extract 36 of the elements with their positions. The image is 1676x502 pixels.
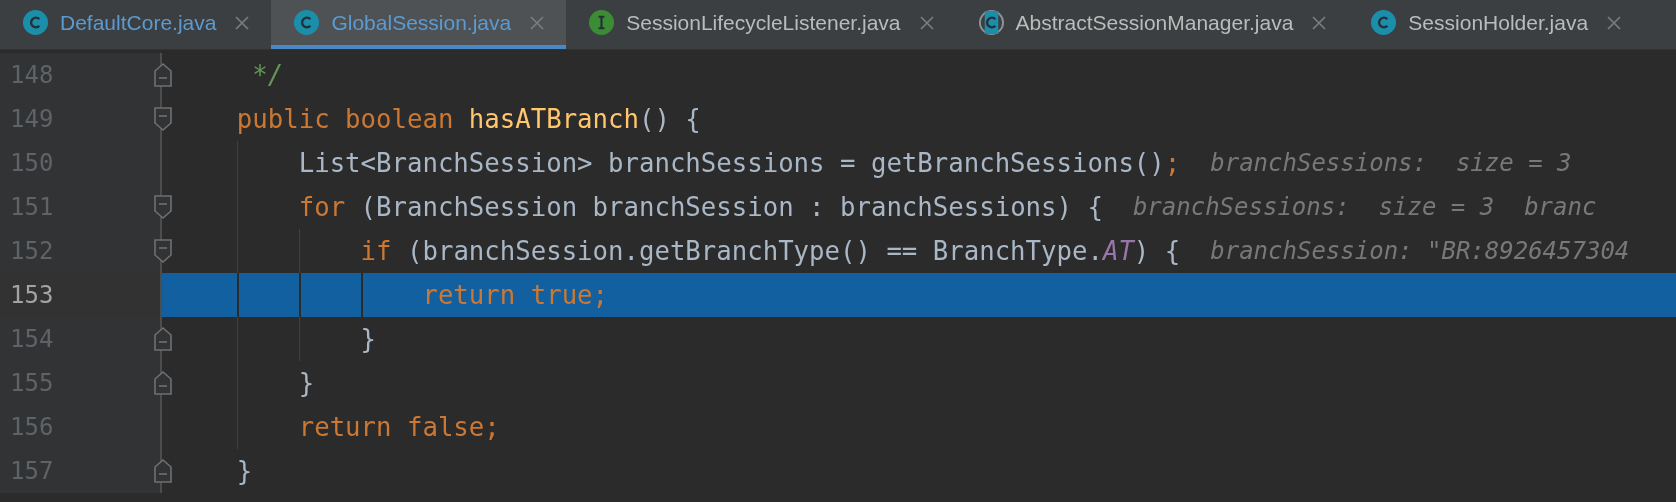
- code-line: }: [297, 368, 315, 398]
- fold-marker-icon[interactable]: [152, 192, 174, 222]
- editor-tab[interactable]: SessionHolder.java: [1348, 0, 1644, 49]
- code-line: }: [235, 456, 253, 486]
- close-icon[interactable]: [919, 15, 934, 30]
- interface-icon: [588, 9, 616, 36]
- close-icon[interactable]: [1312, 15, 1327, 30]
- fold-marker-icon[interactable]: [152, 456, 174, 486]
- fold-marker-icon[interactable]: [152, 104, 174, 134]
- inline-hint: branc: [1524, 193, 1597, 221]
- code-line: for (BranchSession branchSession : branchSessions) {: [297, 192, 1103, 222]
- class-icon: [22, 9, 49, 36]
- editor-tab[interactable]: DefaultCore.java: [0, 0, 272, 49]
- fold-marker-icon[interactable]: [152, 368, 174, 398]
- code-line: }: [359, 324, 377, 354]
- code-line: return false;: [297, 412, 500, 442]
- inline-hint: branchSessions: size = 3: [1132, 193, 1495, 221]
- code-line: public boolean hasATBranch() {: [235, 104, 701, 134]
- class-icon: [1370, 9, 1398, 36]
- abstract-class-icon: [977, 9, 1005, 36]
- editor-tab[interactable]: AbstractSessionManager.java: [955, 0, 1349, 49]
- fold-marker-icon[interactable]: [152, 60, 174, 90]
- code-line: List<BranchSession> branchSessions = getBranchSessions();: [297, 148, 1181, 178]
- close-icon[interactable]: [1607, 15, 1622, 30]
- fold-marker-icon[interactable]: [152, 324, 174, 354]
- inline-hint: branchSessions: size = 3: [1210, 149, 1572, 177]
- code-line: if (branchSession.getBranchType() == BranchType.AT) {: [359, 236, 1181, 266]
- class-icon: [293, 9, 321, 36]
- line-number: 153: [10, 281, 54, 309]
- code-line: return true;: [421, 280, 609, 310]
- close-icon[interactable]: [235, 15, 250, 30]
- editor-tab[interactable]: SessionLifecycleListener.java: [566, 0, 956, 49]
- inline-hint: branchSession: "BR:8926457304: [1210, 237, 1630, 265]
- close-icon[interactable]: [530, 15, 545, 30]
- code-line: */: [251, 60, 284, 90]
- fold-marker-icon[interactable]: [152, 236, 174, 266]
